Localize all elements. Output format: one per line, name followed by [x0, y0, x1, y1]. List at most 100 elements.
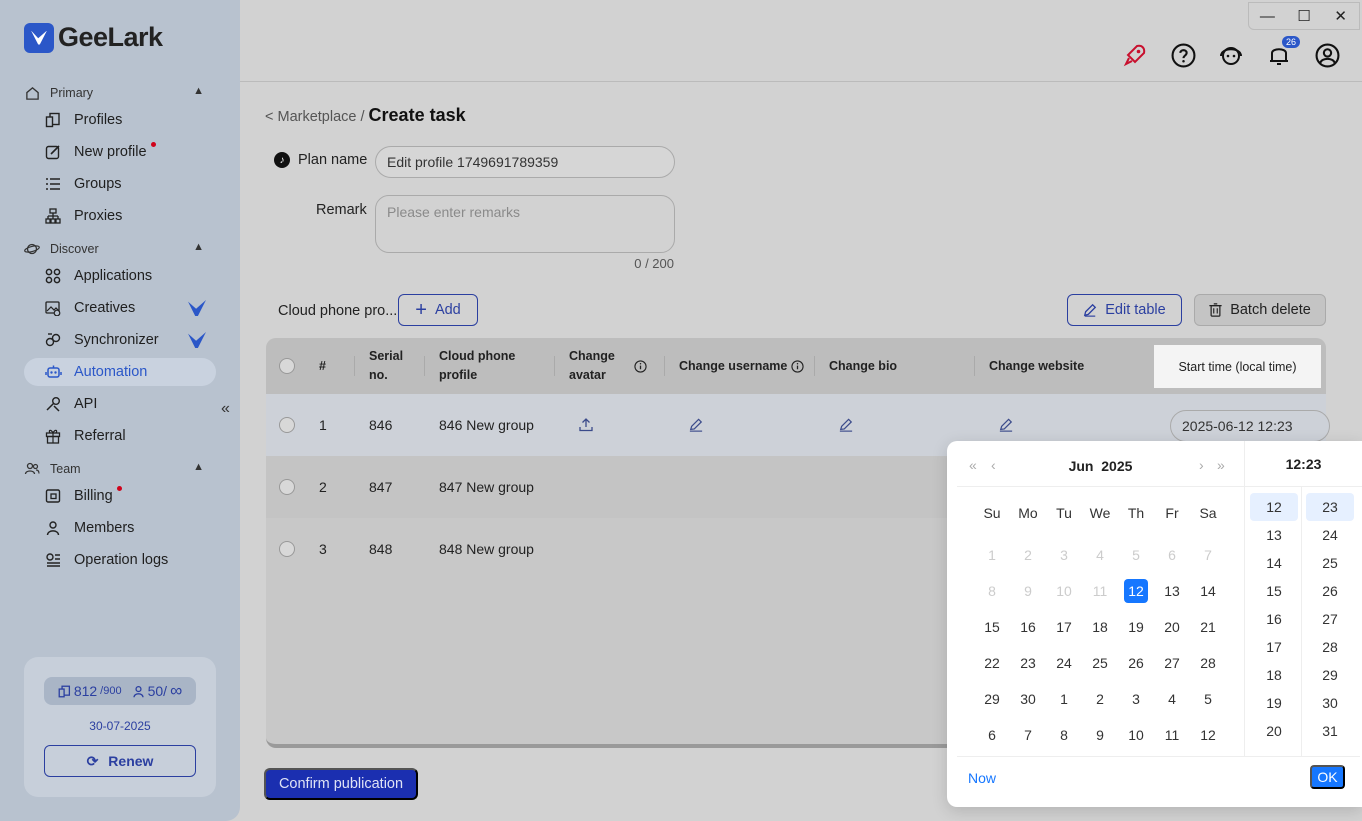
- calendar-day[interactable]: 13: [1154, 573, 1190, 609]
- minute-option[interactable]: 27: [1306, 605, 1354, 633]
- minute-option[interactable]: 25: [1306, 549, 1354, 577]
- calendar-day[interactable]: 12: [1190, 717, 1226, 753]
- calendar-day[interactable]: 7: [1190, 537, 1226, 573]
- calendar-day[interactable]: 18: [1082, 609, 1118, 645]
- minute-option[interactable]: 23: [1306, 493, 1354, 521]
- renew-button[interactable]: ⟳ Renew: [44, 745, 196, 777]
- sidebar-item-applications[interactable]: Applications: [24, 262, 216, 290]
- remark-textarea[interactable]: Please enter remarks: [375, 195, 675, 253]
- calendar-day[interactable]: 1: [974, 537, 1010, 573]
- next-month-icon[interactable]: ›: [1199, 457, 1204, 473]
- hour-option[interactable]: 12: [1250, 493, 1298, 521]
- hour-option[interactable]: 14: [1250, 549, 1298, 577]
- hour-option[interactable]: 18: [1250, 661, 1298, 689]
- calendar-day-selected[interactable]: 12: [1118, 573, 1154, 609]
- calendar-day[interactable]: 6: [974, 717, 1010, 753]
- calendar-day[interactable]: 11: [1154, 717, 1190, 753]
- row-checkbox[interactable]: [279, 541, 295, 557]
- edit-username-icon[interactable]: [689, 394, 703, 456]
- hour-option[interactable]: 19: [1250, 689, 1298, 717]
- sidebar-item-operation-logs[interactable]: Operation logs: [24, 546, 216, 574]
- calendar-day[interactable]: 4: [1154, 681, 1190, 717]
- section-primary[interactable]: Primary ▲: [24, 83, 214, 103]
- batch-delete-button[interactable]: Batch delete: [1194, 294, 1326, 326]
- month-label[interactable]: Jun: [1069, 458, 1094, 474]
- calendar-day[interactable]: 28: [1190, 645, 1226, 681]
- select-all-checkbox[interactable]: [279, 358, 295, 374]
- hour-option[interactable]: 13: [1250, 521, 1298, 549]
- sidebar-item-members[interactable]: Members: [24, 514, 216, 542]
- calendar-day[interactable]: 4: [1082, 537, 1118, 573]
- minute-option[interactable]: 28: [1306, 633, 1354, 661]
- calendar-day[interactable]: 10: [1046, 573, 1082, 609]
- account-icon[interactable]: [1314, 42, 1340, 68]
- info-icon[interactable]: [791, 359, 805, 373]
- calendar-day[interactable]: 9: [1010, 573, 1046, 609]
- calendar-day[interactable]: 2: [1010, 537, 1046, 573]
- add-button[interactable]: + Add: [398, 294, 478, 326]
- calendar-day[interactable]: 5: [1190, 681, 1226, 717]
- sidebar-item-billing[interactable]: Billing: [24, 482, 216, 510]
- rocket-icon[interactable]: [1122, 42, 1148, 68]
- start-time-input[interactable]: 2025-06-12 12:23: [1170, 410, 1330, 442]
- now-button[interactable]: Now: [968, 770, 996, 786]
- confirm-publication-button[interactable]: Confirm publication: [264, 768, 418, 800]
- next-year-icon[interactable]: »: [1217, 457, 1225, 473]
- sidebar-item-creatives[interactable]: Creatives: [24, 294, 216, 322]
- calendar-day[interactable]: 8: [974, 573, 1010, 609]
- hour-option[interactable]: 15: [1250, 577, 1298, 605]
- sidebar-item-new-profile[interactable]: New profile: [24, 138, 216, 166]
- year-label[interactable]: 2025: [1101, 458, 1132, 474]
- minute-option[interactable]: 24: [1306, 521, 1354, 549]
- row-checkbox[interactable]: [279, 417, 295, 433]
- close-icon[interactable]: ✕: [1322, 3, 1359, 29]
- minute-option[interactable]: 26: [1306, 577, 1354, 605]
- breadcrumb-parent-link[interactable]: < Marketplace /: [265, 109, 365, 125]
- calendar-day[interactable]: 26: [1118, 645, 1154, 681]
- minimize-icon[interactable]: —: [1249, 3, 1286, 29]
- plan-name-input[interactable]: Edit profile 1749691789359: [375, 146, 675, 178]
- sidebar-item-profiles[interactable]: Profiles: [24, 106, 216, 134]
- calendar-day[interactable]: 9: [1082, 717, 1118, 753]
- calendar-day[interactable]: 7: [1010, 717, 1046, 753]
- calendar-day[interactable]: 17: [1046, 609, 1082, 645]
- minute-option[interactable]: 31: [1306, 717, 1354, 745]
- upload-icon[interactable]: [579, 394, 593, 456]
- section-team[interactable]: Team ▲: [24, 459, 214, 479]
- support-agent-icon[interactable]: [1218, 42, 1244, 68]
- calendar-day[interactable]: 14: [1190, 573, 1226, 609]
- hour-option[interactable]: 16: [1250, 605, 1298, 633]
- section-discover[interactable]: Discover ▲: [24, 239, 214, 259]
- minute-option[interactable]: 30: [1306, 689, 1354, 717]
- minute-option[interactable]: 29: [1306, 661, 1354, 689]
- bell-icon[interactable]: 26: [1266, 36, 1300, 68]
- maximize-icon[interactable]: ☐: [1286, 3, 1323, 29]
- calendar-day[interactable]: 30: [1010, 681, 1046, 717]
- calendar-day[interactable]: 6: [1154, 537, 1190, 573]
- row-checkbox[interactable]: [279, 479, 295, 495]
- calendar-day[interactable]: 19: [1118, 609, 1154, 645]
- collapse-sidebar-icon[interactable]: «: [221, 400, 230, 418]
- sidebar-item-proxies[interactable]: Proxies: [24, 202, 216, 230]
- calendar-day[interactable]: 15: [974, 609, 1010, 645]
- calendar-day[interactable]: 16: [1010, 609, 1046, 645]
- help-icon[interactable]: [1170, 42, 1196, 68]
- calendar-day[interactable]: 20: [1154, 609, 1190, 645]
- calendar-day[interactable]: 24: [1046, 645, 1082, 681]
- info-icon[interactable]: [634, 338, 647, 394]
- sidebar-item-referral[interactable]: Referral: [24, 422, 216, 450]
- calendar-day[interactable]: 3: [1046, 537, 1082, 573]
- hour-option[interactable]: 17: [1250, 633, 1298, 661]
- hour-option[interactable]: 20: [1250, 717, 1298, 745]
- calendar-day[interactable]: 11: [1082, 573, 1118, 609]
- calendar-day[interactable]: 2: [1082, 681, 1118, 717]
- calendar-day[interactable]: 29: [974, 681, 1010, 717]
- calendar-day[interactable]: 21: [1190, 609, 1226, 645]
- calendar-day[interactable]: 10: [1118, 717, 1154, 753]
- calendar-day[interactable]: 1: [1046, 681, 1082, 717]
- edit-bio-icon[interactable]: [839, 394, 853, 456]
- calendar-day[interactable]: 23: [1010, 645, 1046, 681]
- sidebar-item-groups[interactable]: Groups: [24, 170, 216, 198]
- sidebar-item-synchronizer[interactable]: Synchronizer: [24, 326, 216, 354]
- edit-table-button[interactable]: Edit table: [1067, 294, 1182, 326]
